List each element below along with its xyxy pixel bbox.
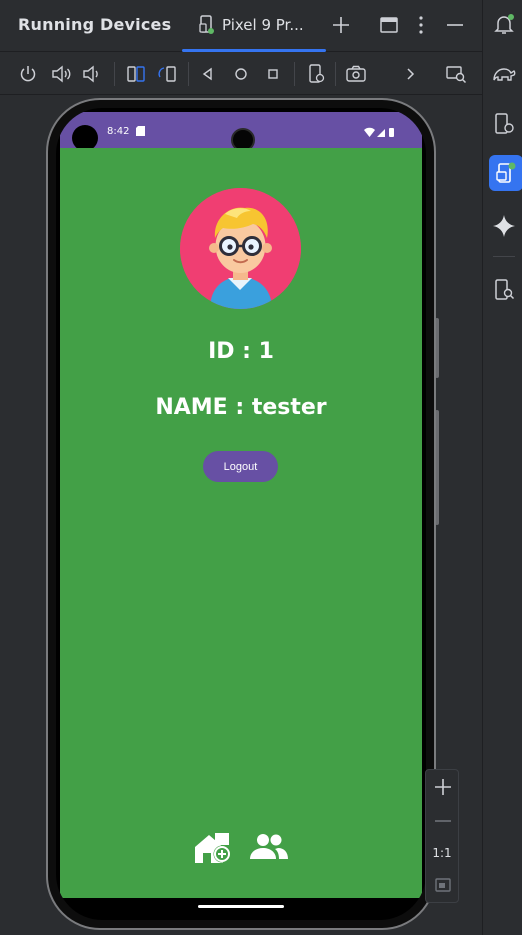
toolbar-separator: [294, 62, 295, 86]
layout-inspector-icon[interactable]: [444, 62, 468, 86]
people-icon[interactable]: [249, 833, 289, 861]
device-manager-icon[interactable]: [490, 110, 518, 138]
zoom-in-icon[interactable]: [432, 776, 454, 798]
gesture-navigation-bar[interactable]: [198, 905, 284, 908]
zoom-out-icon[interactable]: [432, 810, 454, 832]
user-name-label: NAME : tester: [155, 395, 327, 420]
device-icon: [199, 15, 214, 34]
phone-screen[interactable]: 8:42 ID: 1 NAME: tester Logout: [56, 108, 426, 920]
tool-window-header: Running Devices Pixel 9 Pr...: [0, 0, 482, 52]
tool-window-title: Running Devices: [18, 15, 172, 34]
toolbar-separator: [188, 62, 189, 86]
active-tab-indicator: [182, 49, 326, 52]
minimize-icon[interactable]: [444, 14, 466, 36]
zoom-controls: 1:1: [425, 769, 459, 903]
toolbar-separator: [335, 62, 336, 86]
toolbar-separator: [114, 62, 115, 86]
volume-up-icon[interactable]: [49, 62, 73, 86]
zoom-actual-size-button[interactable]: 1:1: [426, 846, 458, 860]
status-indicators-icon: [364, 127, 394, 137]
running-devices-window: Running Devices Pixel 9 Pr... 8:42 ID: …: [0, 0, 522, 935]
tab-pixel-9-pro[interactable]: Pixel 9 Pr...: [182, 0, 326, 52]
screenshot-icon[interactable]: [344, 62, 368, 86]
right-tool-strip: [482, 0, 522, 935]
rotate-right-icon[interactable]: [156, 62, 180, 86]
volume-down-icon[interactable]: [80, 62, 104, 86]
status-time: 8:42: [107, 126, 130, 137]
back-icon[interactable]: [196, 62, 220, 86]
status-bar: 8:42: [60, 112, 422, 152]
sidebar-separator: [493, 256, 515, 257]
app-content: ID : 1 NAME : tester Logout: [60, 148, 422, 898]
device-settings-icon[interactable]: [304, 62, 328, 86]
overview-icon[interactable]: [261, 62, 285, 86]
home-icon[interactable]: [229, 62, 253, 86]
sd-card-icon: [136, 126, 145, 136]
logout-button[interactable]: Logout: [203, 451, 278, 482]
tab-label: Pixel 9 Pr...: [222, 16, 304, 34]
add-home-icon[interactable]: [193, 829, 233, 865]
add-icon[interactable]: [330, 14, 352, 36]
window-icon[interactable]: [378, 14, 400, 36]
gradle-icon[interactable]: [490, 60, 518, 88]
rotate-left-icon[interactable]: [124, 62, 148, 86]
chevron-right-icon[interactable]: [398, 62, 422, 86]
zoom-to-fit-icon[interactable]: [432, 874, 454, 896]
more-vertical-icon[interactable]: [410, 14, 432, 36]
user-avatar: [180, 188, 301, 309]
notifications-icon[interactable]: [490, 10, 518, 38]
device-explorer-icon[interactable]: [490, 276, 518, 304]
user-id-label: ID : 1: [208, 339, 274, 364]
device-toolbar: [0, 53, 482, 95]
power-icon[interactable]: [16, 62, 40, 86]
avatar-illustration-icon: [180, 188, 301, 309]
gemini-icon[interactable]: [490, 212, 518, 240]
running-devices-icon[interactable]: [492, 159, 520, 187]
